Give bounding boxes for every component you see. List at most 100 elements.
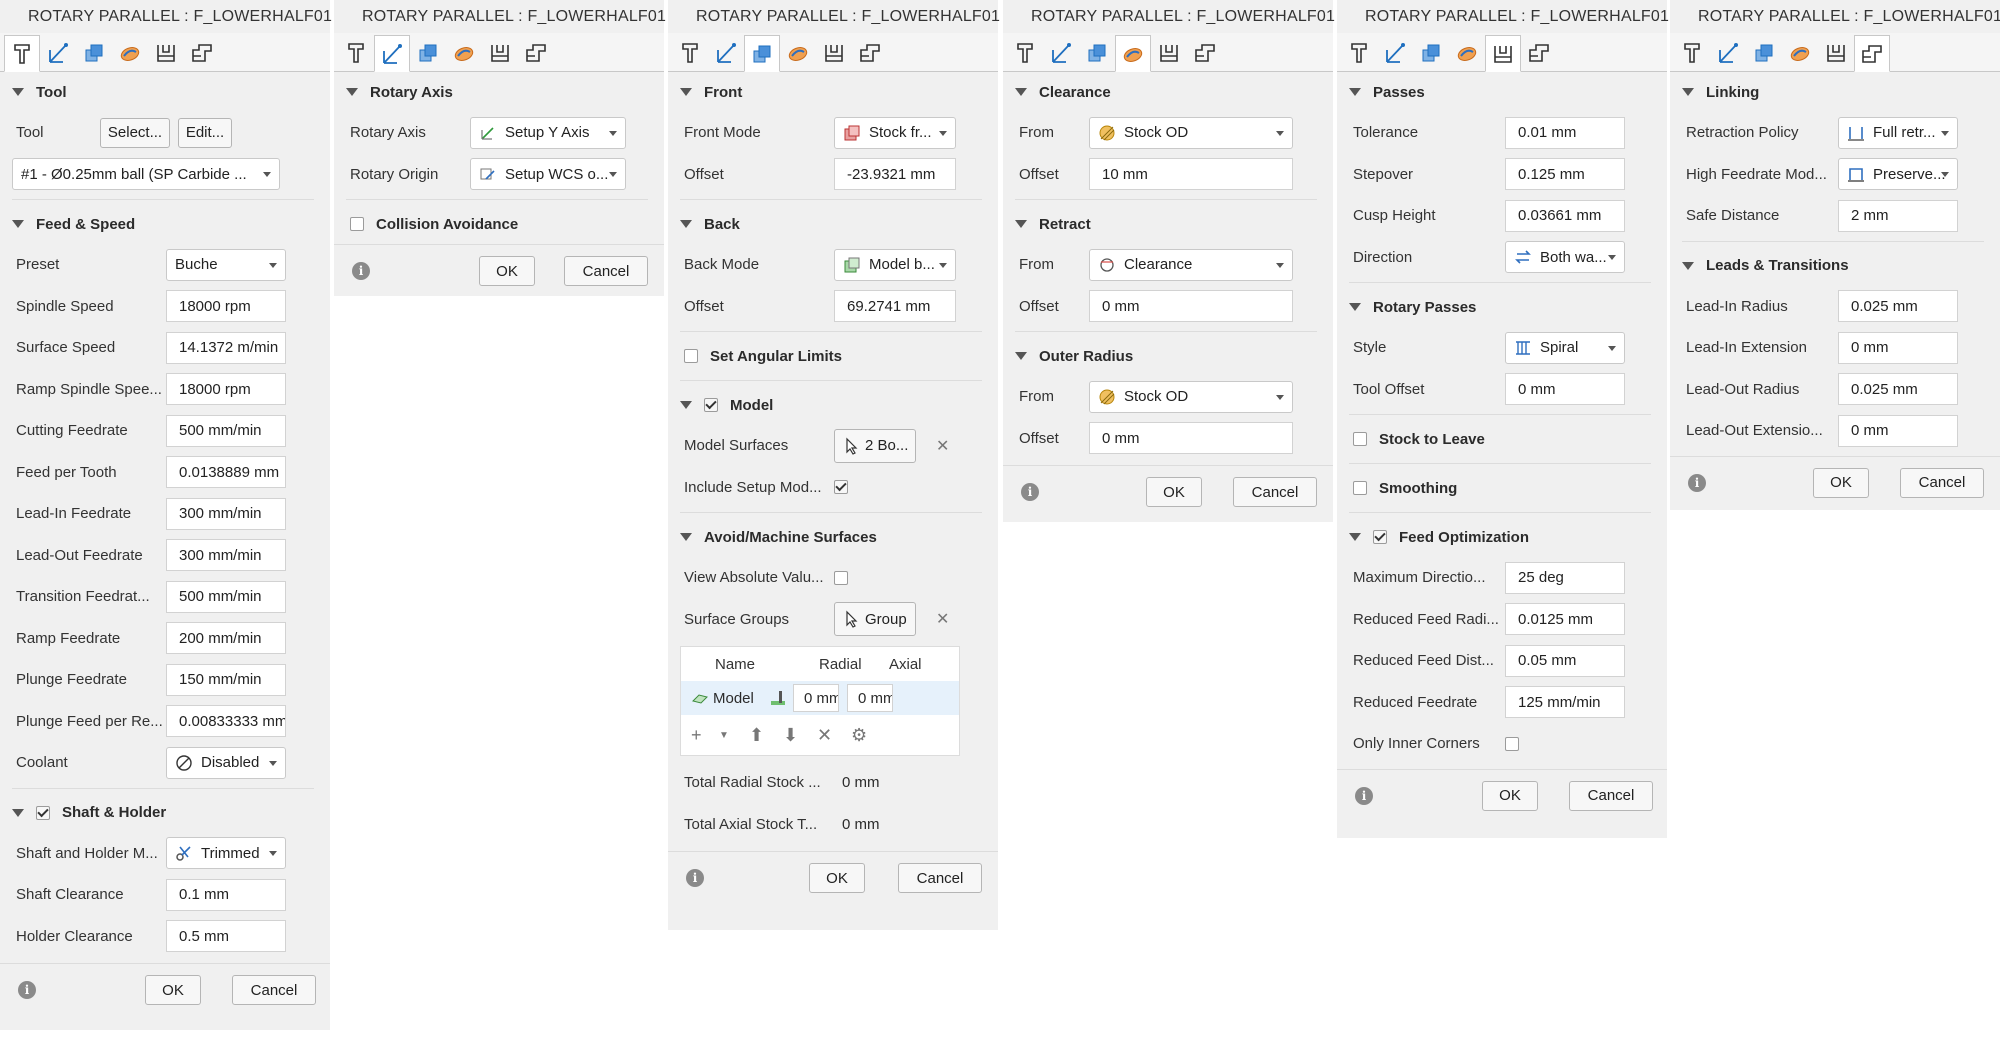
tab-heights[interactable] <box>744 35 780 72</box>
high-feedrate-mode-dropdown[interactable]: Preserve... <box>1838 158 1958 191</box>
tool-dropdown[interactable]: #1 - Ø0.25mm ball (SP Carbide ... <box>12 158 280 191</box>
collapse-triangle-icon[interactable] <box>680 401 692 409</box>
section-feed-header[interactable]: Feed & Speed <box>0 204 330 244</box>
settings-gear-icon[interactable]: ⚙ <box>851 725 867 746</box>
ok-button[interactable]: OK <box>1813 467 1869 498</box>
model-checkbox[interactable] <box>704 398 718 412</box>
smoothing-checkbox[interactable] <box>1353 481 1367 495</box>
tab-heights[interactable] <box>1746 35 1782 71</box>
tab-linking[interactable] <box>482 35 518 71</box>
collapse-triangle-icon[interactable] <box>1349 303 1361 311</box>
safe-distance-input[interactable]: 2 mm <box>1838 199 1958 232</box>
collapse-triangle-icon[interactable] <box>12 88 24 96</box>
ok-button[interactable]: OK <box>809 863 865 893</box>
info-icon[interactable]: i <box>1688 473 1706 492</box>
plunge-feedrate-input[interactable]: 150 mm/min <box>166 663 286 696</box>
holder-clearance-input[interactable]: 0.5 mm <box>166 920 286 953</box>
cancel-button[interactable]: Cancel <box>564 256 648 286</box>
tab-passes[interactable] <box>1782 35 1818 71</box>
stock-to-leave-checkbox[interactable] <box>1353 432 1367 446</box>
shaft-holder-checkbox[interactable] <box>36 805 50 820</box>
surface-groups-select-button[interactable]: Group <box>834 602 916 637</box>
collapse-triangle-icon[interactable] <box>1015 88 1027 96</box>
collapse-triangle-icon[interactable] <box>1349 533 1361 541</box>
only-inner-corners-checkbox[interactable] <box>1505 736 1519 751</box>
cusp-height-input[interactable]: 0.03661 mm <box>1505 199 1625 232</box>
clearance-from-dropdown[interactable]: Stock OD <box>1089 116 1293 149</box>
info-icon[interactable]: i <box>352 262 370 280</box>
tab-post[interactable] <box>184 35 220 71</box>
collision-avoidance-checkbox[interactable] <box>350 217 364 231</box>
section-model-header[interactable]: Model <box>668 385 998 425</box>
lead-in-feedrate-input[interactable]: 300 mm/min <box>166 497 286 530</box>
cancel-button[interactable]: Cancel <box>1900 467 1984 498</box>
retract-from-dropdown[interactable]: Clearance <box>1089 248 1293 281</box>
collapse-triangle-icon[interactable] <box>12 220 24 228</box>
front-mode-dropdown[interactable]: Stock fr... <box>834 116 956 149</box>
add-icon[interactable]: + <box>691 725 719 746</box>
radial-stock-input[interactable]: 0 mm <box>793 684 839 712</box>
reduced-feedrate-input[interactable]: 125 mm/min <box>1505 686 1625 719</box>
collapse-triangle-icon[interactable] <box>1682 261 1694 270</box>
collapse-triangle-icon[interactable] <box>346 88 358 96</box>
tab-geometry[interactable] <box>1043 35 1079 71</box>
max-direction-change-input[interactable]: 25 deg <box>1505 561 1625 594</box>
tab-heights[interactable] <box>1079 35 1115 71</box>
surface-speed-input[interactable]: 14.1372 m/min <box>166 331 286 364</box>
spindle-speed-input[interactable]: 18000 rpm <box>166 290 286 323</box>
tab-tool[interactable] <box>672 35 708 71</box>
section-clearance-header[interactable]: Clearance <box>1003 72 1333 112</box>
collapse-triangle-icon[interactable] <box>680 88 692 96</box>
tab-linking[interactable] <box>1485 35 1521 72</box>
tab-geometry[interactable] <box>40 35 76 71</box>
tab-passes[interactable] <box>446 35 482 71</box>
shaft-holder-mode-dropdown[interactable]: Trimmed <box>166 837 286 870</box>
section-leads-transitions-header[interactable]: Leads & Transitions <box>1670 246 2000 286</box>
tab-passes[interactable] <box>1449 35 1485 71</box>
lead-out-feedrate-input[interactable]: 300 mm/min <box>166 539 286 572</box>
tab-tool[interactable] <box>1341 35 1377 71</box>
chevron-down-icon[interactable]: ▼ <box>719 730 749 741</box>
tab-geometry[interactable] <box>1377 35 1413 71</box>
ramp-spindle-speed-input[interactable]: 18000 rpm <box>166 373 286 406</box>
tab-heights[interactable] <box>1413 35 1449 71</box>
set-angular-limits-row[interactable]: Set Angular Limits <box>668 336 998 376</box>
collapse-triangle-icon[interactable] <box>12 808 24 817</box>
rotary-origin-dropdown[interactable]: Setup WCS o... <box>470 158 626 191</box>
tab-passes[interactable] <box>112 35 148 71</box>
move-up-icon[interactable]: ⬆ <box>749 725 783 746</box>
tab-heights[interactable] <box>410 35 446 71</box>
retract-offset-input[interactable]: 0 mm <box>1089 290 1293 323</box>
collapse-triangle-icon[interactable] <box>1349 88 1361 96</box>
move-down-icon[interactable]: ⬇ <box>783 725 817 746</box>
lead-in-extension-input[interactable]: 0 mm <box>1838 331 1958 364</box>
retraction-policy-dropdown[interactable]: Full retr... <box>1838 116 1958 149</box>
tolerance-input[interactable]: 0.01 mm <box>1505 116 1625 149</box>
section-shaft-header[interactable]: Shaft & Holder <box>0 793 330 833</box>
section-front-header[interactable]: Front <box>668 72 998 112</box>
back-mode-dropdown[interactable]: Model b... <box>834 248 956 281</box>
outer-radius-from-dropdown[interactable]: Stock OD <box>1089 380 1293 413</box>
tab-tool[interactable] <box>338 35 374 71</box>
tab-post[interactable] <box>852 35 888 71</box>
section-linking-header[interactable]: Linking <box>1670 72 2000 112</box>
coolant-dropdown[interactable]: Disabled <box>166 746 286 779</box>
section-outer-radius-header[interactable]: Outer Radius <box>1003 336 1333 376</box>
collapse-triangle-icon[interactable] <box>1682 88 1694 96</box>
front-offset-input[interactable]: -23.9321 mm <box>834 158 956 191</box>
tab-linking[interactable] <box>148 35 184 71</box>
tab-linking[interactable] <box>816 35 852 71</box>
model-surfaces-select-button[interactable]: 2 Bo... <box>834 428 916 463</box>
select-tool-button[interactable]: Select... <box>100 117 170 148</box>
edit-tool-button[interactable]: Edit... <box>178 117 232 148</box>
section-feed-optimization-header[interactable]: Feed Optimization <box>1337 517 1667 557</box>
stepover-input[interactable]: 0.125 mm <box>1505 158 1625 191</box>
section-rotary-passes-header[interactable]: Rotary Passes <box>1337 287 1667 327</box>
cancel-button[interactable]: Cancel <box>232 975 316 1005</box>
section-retract-header[interactable]: Retract <box>1003 204 1333 244</box>
section-back-header[interactable]: Back <box>668 204 998 244</box>
tab-linking[interactable] <box>1818 35 1854 71</box>
ok-button[interactable]: OK <box>145 975 201 1005</box>
tab-geometry[interactable] <box>708 35 744 71</box>
tool-offset-input[interactable]: 0 mm <box>1505 373 1625 406</box>
